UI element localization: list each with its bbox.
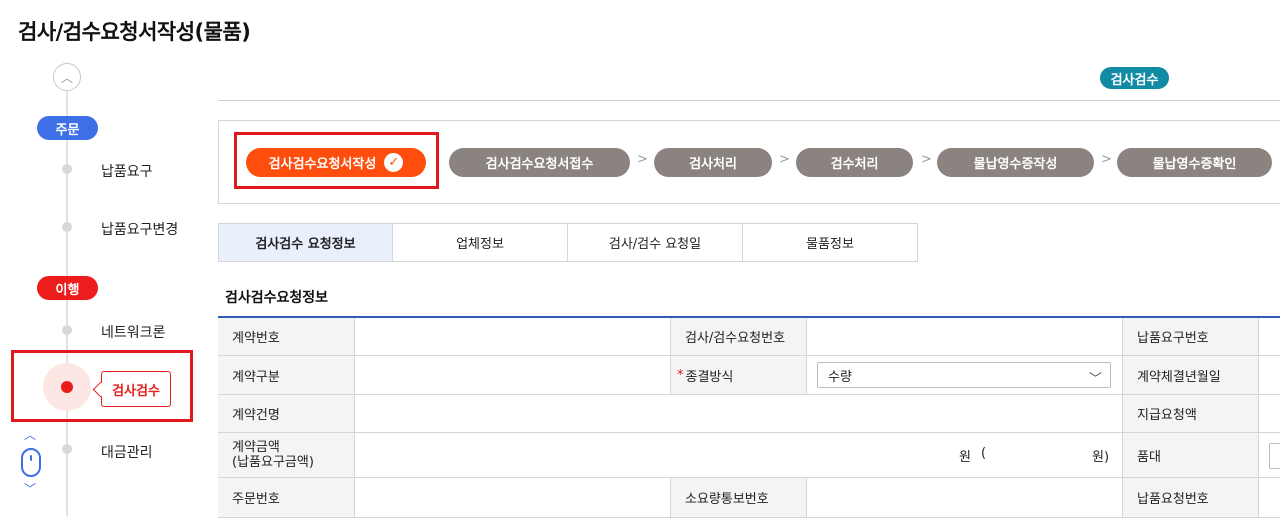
sidebar-item-dot — [62, 444, 72, 454]
stage-exec-badge: 이행 — [37, 276, 98, 300]
contract-amount-value: 원 ( 원) — [355, 433, 1123, 477]
contract-amount-text: 계약금액 — [232, 440, 280, 455]
step-separator: > — [921, 152, 932, 167]
sidebar-item-inspection[interactable]: 검사검수 — [101, 371, 171, 407]
payment-amount-label: 지급요청액 — [1123, 395, 1259, 432]
item-label: 품대 — [1123, 433, 1259, 477]
tab-request-date[interactable]: 검사/검수 요청일 — [568, 223, 743, 262]
contract-amount-label: 계약금액 (납품요구금액) — [218, 433, 355, 477]
contract-amount-subtext: (납품요구금액) — [232, 455, 314, 470]
sidebar-item-payment[interactable]: 대금관리 — [101, 442, 153, 462]
sidebar-item-delivery-change[interactable]: 납품요구변경 — [101, 219, 178, 239]
tab-company-info[interactable]: 업체정보 — [393, 223, 568, 262]
inspection-req-no-value — [807, 318, 1123, 355]
step-separator: > — [637, 152, 648, 167]
currency-won-close: 원) — [1092, 450, 1110, 465]
settlement-method-cell: 수량 ﹀ — [807, 356, 1123, 394]
tab-request-info[interactable]: 검사검수 요청정보 — [218, 223, 393, 262]
contract-no-label: 계약번호 — [218, 318, 355, 355]
sidebar-scroll-up-button[interactable]: ︿ — [53, 63, 81, 91]
contract-type-value — [355, 356, 671, 394]
chevron-up-icon: ︿ — [60, 70, 73, 85]
step-separator: > — [779, 152, 790, 167]
chevron-down-icon[interactable]: ﹀ — [24, 480, 36, 497]
check-icon: ✓ — [384, 153, 404, 172]
section-title: 검사검수요청정보 — [225, 290, 329, 306]
step-label: 검사검수요청서작성 — [268, 157, 377, 172]
request-info-form: 계약번호 검사/검수요청번호 납품요구번호 계약구분 * 종결방식 수량 ﹀ 계… — [218, 316, 1280, 518]
requirement-no-label: 소요량통보번호 — [671, 478, 807, 517]
item-input[interactable] — [1269, 443, 1280, 469]
delivery-req-no-label: 납품요구번호 — [1123, 318, 1259, 355]
step-inspection-process[interactable]: 검사처리 — [654, 148, 772, 177]
step-receipt-write[interactable]: 물납영수증작성 — [937, 148, 1094, 177]
required-mark: * — [677, 367, 684, 383]
inspection-badge: 검사검수 — [1100, 67, 1169, 89]
form-row: 계약구분 * 종결방식 수량 ﹀ 계약체결년월일 — [218, 356, 1280, 395]
contract-name-label: 계약건명 — [218, 395, 355, 432]
settlement-method-select[interactable]: 수량 ﹀ — [817, 362, 1111, 388]
requirement-no-value — [807, 478, 1123, 517]
form-row: 주문번호 소요량통보번호 납품요청번호 — [218, 478, 1280, 518]
tab-bar: 검사검수 요청정보 업체정보 검사/검수 요청일 물품정보 — [218, 223, 918, 262]
step-receive-request[interactable]: 검사검수요청서접수 — [449, 148, 630, 177]
settlement-method-value: 수량 — [828, 369, 852, 385]
paren-open: ( — [981, 446, 987, 461]
mouse-scroll-icon[interactable] — [21, 448, 41, 477]
form-row: 계약번호 검사/검수요청번호 납품요구번호 — [218, 318, 1280, 356]
contract-no-value — [355, 318, 671, 355]
chevron-down-icon: ﹀ — [1088, 372, 1102, 387]
form-row: 계약금액 (납품요구금액) 원 ( 원) 품대 — [218, 433, 1280, 478]
sidebar-item-dot — [62, 164, 72, 174]
currency-won: 원 — [959, 450, 971, 465]
step-separator: > — [1101, 152, 1112, 167]
header-divider — [218, 100, 1280, 101]
settlement-method-text: 종결방식 — [685, 369, 734, 385]
contract-name-value — [355, 395, 1123, 432]
sidebar-item-delivery-request[interactable]: 납품요구 — [101, 161, 153, 181]
sidebar-item-network-loan[interactable]: 네트워크론 — [101, 322, 165, 342]
sidebar-item-dot — [62, 222, 72, 232]
settlement-method-label: * 종결방식 — [671, 356, 807, 394]
order-no-value — [355, 478, 671, 517]
step-receipt-confirm[interactable]: 물납영수증확인 — [1117, 148, 1272, 177]
page-title: 검사/검수요청서작성(물품) — [18, 20, 251, 44]
stage-order-badge: 주문 — [37, 116, 98, 140]
step-acceptance-process[interactable]: 검수처리 — [796, 148, 913, 177]
delivery-request-no-label: 납품요청번호 — [1123, 478, 1259, 517]
active-item-dot — [61, 381, 73, 393]
chevron-up-icon[interactable]: ︿ — [24, 426, 36, 443]
inspection-req-no-label: 검사/검수요청번호 — [671, 318, 807, 355]
form-row: 계약건명 지급요청액 — [218, 395, 1280, 433]
step-write-request[interactable]: 검사검수요청서작성 ✓ — [246, 148, 426, 177]
tab-goods-info[interactable]: 물품정보 — [743, 223, 918, 262]
contract-date-label: 계약체결년월일 — [1123, 356, 1259, 394]
contract-type-label: 계약구분 — [218, 356, 355, 394]
sidebar-item-dot — [62, 325, 72, 335]
order-no-label: 주문번호 — [218, 478, 355, 517]
